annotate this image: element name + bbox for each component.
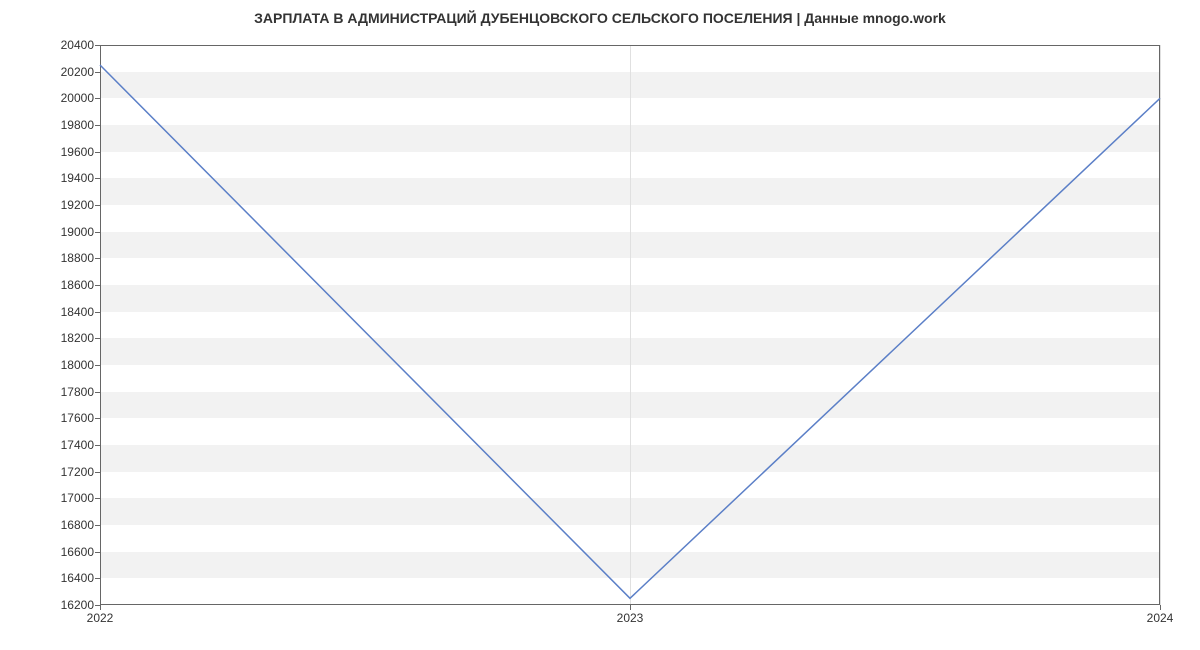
y-tick-mark: [95, 98, 100, 99]
y-tick-mark: [95, 498, 100, 499]
y-tick-label: 20400: [61, 38, 94, 52]
plot-area: 1620016400166001680017000172001740017600…: [100, 45, 1160, 605]
data-line: [100, 65, 1160, 598]
y-tick-mark: [95, 258, 100, 259]
y-tick-label: 19800: [61, 118, 94, 132]
y-tick-mark: [95, 72, 100, 73]
y-tick-label: 18400: [61, 305, 94, 319]
y-tick-mark: [95, 445, 100, 446]
x-gridline: [1160, 45, 1161, 605]
y-tick-mark: [95, 552, 100, 553]
y-tick-label: 17800: [61, 385, 94, 399]
y-tick-label: 19200: [61, 198, 94, 212]
x-tick-mark: [100, 605, 101, 610]
y-tick-mark: [95, 365, 100, 366]
y-tick-label: 16400: [61, 571, 94, 585]
chart-container: ЗАРПЛАТА В АДМИНИСТРАЦИЙ ДУБЕНЦОВСКОГО С…: [0, 0, 1200, 650]
y-tick-label: 19000: [61, 225, 94, 239]
y-tick-mark: [95, 205, 100, 206]
y-tick-mark: [95, 578, 100, 579]
y-tick-label: 18600: [61, 278, 94, 292]
y-tick-mark: [95, 418, 100, 419]
y-tick-mark: [95, 338, 100, 339]
y-tick-label: 17600: [61, 411, 94, 425]
x-tick-label: 2024: [1147, 611, 1174, 625]
y-tick-mark: [95, 45, 100, 46]
y-tick-label: 16600: [61, 545, 94, 559]
x-tick-label: 2023: [617, 611, 644, 625]
y-tick-mark: [95, 312, 100, 313]
line-series: [100, 45, 1160, 605]
y-tick-label: 16800: [61, 518, 94, 532]
y-tick-label: 17200: [61, 465, 94, 479]
y-tick-mark: [95, 125, 100, 126]
y-tick-label: 19600: [61, 145, 94, 159]
y-tick-mark: [95, 232, 100, 233]
y-tick-label: 16200: [61, 598, 94, 612]
y-tick-label: 20000: [61, 91, 94, 105]
y-tick-mark: [95, 152, 100, 153]
y-tick-mark: [95, 285, 100, 286]
y-tick-mark: [95, 472, 100, 473]
y-tick-mark: [95, 525, 100, 526]
y-tick-label: 20200: [61, 65, 94, 79]
y-tick-mark: [95, 392, 100, 393]
x-tick-mark: [630, 605, 631, 610]
y-tick-mark: [95, 178, 100, 179]
x-tick-label: 2022: [87, 611, 114, 625]
y-tick-label: 18800: [61, 251, 94, 265]
chart-title: ЗАРПЛАТА В АДМИНИСТРАЦИЙ ДУБЕНЦОВСКОГО С…: [0, 10, 1200, 26]
y-tick-label: 17400: [61, 438, 94, 452]
y-tick-label: 19400: [61, 171, 94, 185]
y-tick-label: 17000: [61, 491, 94, 505]
x-tick-mark: [1160, 605, 1161, 610]
y-tick-label: 18200: [61, 331, 94, 345]
y-tick-label: 18000: [61, 358, 94, 372]
